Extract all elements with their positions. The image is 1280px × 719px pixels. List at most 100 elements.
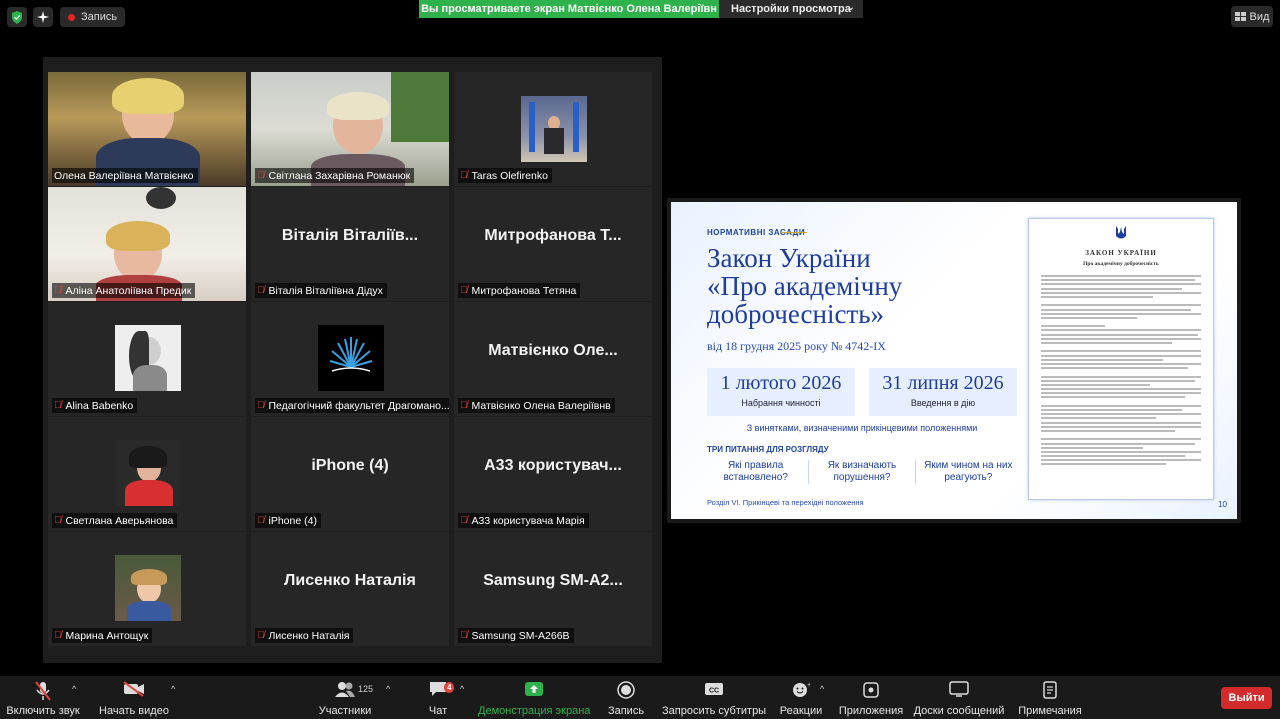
document-text-line: [1041, 312, 1201, 315]
document-text-line: [1041, 337, 1201, 340]
view-label: Вид: [1249, 10, 1270, 23]
chat-button[interactable]: 4 Чат: [420, 681, 456, 717]
document-text-line: [1041, 362, 1201, 365]
slide-footer: Розділ VI. Прикінцеві та перехідні полож…: [707, 498, 864, 507]
document-text-line: [1041, 325, 1105, 328]
document-text-line: [1041, 329, 1201, 332]
participant-tile[interactable]: 🎙̸ Аліна Анатоліївна Предик: [48, 187, 246, 301]
apps-button[interactable]: Приложения: [838, 681, 904, 717]
participant-display-name: iPhone (4): [311, 457, 389, 474]
document-text-line: [1041, 358, 1163, 361]
svg-text:+: +: [807, 682, 810, 689]
video-options-caret[interactable]: ^: [171, 684, 175, 694]
document-text-line: [1041, 379, 1195, 382]
start-video-button[interactable]: Начать видео: [96, 681, 172, 717]
apps-icon: [838, 681, 904, 701]
slide-category: НОРМАТИВНІ ЗАСАДИ: [707, 228, 808, 237]
enactment-date-box: 31 липня 2026 Введення в дію: [869, 368, 1017, 416]
participant-tile[interactable]: 🎙̸ Светлана Аверьянова: [48, 417, 246, 531]
ai-sparkle-icon[interactable]: [33, 7, 53, 27]
participant-display-name: Митрофанова Т...: [484, 227, 622, 244]
video-feed: [521, 96, 587, 162]
document-text-line: [1041, 446, 1144, 449]
view-button[interactable]: Вид: [1231, 6, 1273, 27]
participant-tile[interactable]: Віталія Віталіїв... 🎙̸ Віталія Віталіївна…: [251, 187, 449, 301]
document-text-line: [1041, 287, 1182, 290]
document-text-line: [1041, 409, 1182, 411]
document-text-line: [1041, 442, 1195, 445]
document-text-line: [1041, 304, 1201, 307]
participant-tile[interactable]: 🎙̸ Марина Антощук: [48, 532, 246, 646]
participant-name: 🎙̸ Матвієнко Олена Валеріївнв: [458, 398, 615, 413]
reactions-button[interactable]: + Реакции: [778, 681, 824, 717]
recording-label: Запись: [81, 11, 118, 23]
participant-tile[interactable]: 🎙̸ Світлана Захарівна Романюк: [251, 72, 449, 186]
audio-options-caret[interactable]: ^: [72, 684, 76, 694]
participant-name: 🎙̸ Taras Olefirenko: [458, 168, 552, 183]
document-text-line: [1041, 459, 1201, 462]
mic-off-icon: 🎙̸: [257, 170, 265, 181]
participant-name: 🎙̸ Митрофанова Тетяна: [458, 283, 581, 298]
participant-display-name: A33 користувач...: [484, 457, 622, 474]
participant-tile[interactable]: iPhone (4) 🎙̸ iPhone (4): [251, 417, 449, 531]
shared-screen[interactable]: НОРМАТИВНІ ЗАСАДИ Закон України «Про ака…: [667, 198, 1241, 523]
whiteboards-button[interactable]: Доски сообщений: [912, 681, 1006, 717]
notes-button[interactable]: Примечания: [1016, 681, 1084, 717]
participants-count: 125: [358, 684, 374, 694]
participant-display-name: Samsung SM-A2...: [483, 572, 623, 589]
participant-name: 🎙̸ Светлана Аверьянова: [52, 513, 178, 528]
mic-off-icon: 🎙̸: [460, 630, 468, 641]
mic-off-icon: 🎙̸: [54, 515, 62, 526]
mic-off-icon: 🎙̸: [54, 400, 62, 411]
mic-off-icon: 🎙̸: [54, 285, 62, 296]
document-text-line: [1041, 275, 1201, 277]
participant-tile[interactable]: 🎙̸ Alina Babenko: [48, 302, 246, 416]
record-dot-icon: [68, 13, 75, 21]
questions-list: Які правила встановлено? Як визначають п…: [703, 460, 1021, 484]
participant-display-name: Лисенко Наталія: [284, 572, 416, 589]
document-text-line: [1041, 375, 1201, 378]
participant-name: 🎙̸ Світлана Захарівна Романюк: [255, 168, 415, 183]
document-text-line: [1041, 425, 1201, 428]
participant-tile[interactable]: 🎙̸ Педагогічний факультет Драгомано...: [251, 302, 449, 416]
document-text-line: [1041, 450, 1201, 453]
record-button[interactable]: Запись: [604, 681, 648, 717]
participant-name: 🎙̸ Samsung SM-A266B: [458, 628, 574, 643]
participant-tile[interactable]: Samsung SM-A2... 🎙̸ Samsung SM-A266B: [454, 532, 652, 646]
document-text-line: [1041, 342, 1173, 344]
participant-name: 🎙̸ Alina Babenko: [52, 398, 138, 413]
shield-icon[interactable]: [7, 7, 27, 27]
question-item: Яким чином на них реагують?: [914, 460, 1021, 484]
document-text-line: [1041, 396, 1185, 399]
document-text-line: [1041, 463, 1166, 466]
video-feed: [318, 325, 384, 391]
chat-options-caret[interactable]: ^: [460, 684, 464, 694]
reactions-options-caret[interactable]: ^: [820, 684, 824, 694]
participant-tile[interactable]: Митрофанова Т... 🎙̸ Митрофанова Тетяна: [454, 187, 652, 301]
participant-tile[interactable]: Олена Валеріївна Матвієнко: [48, 72, 246, 186]
document-text-line: [1041, 455, 1185, 458]
view-settings-button[interactable]: Настройки просмотра ⌄: [719, 0, 863, 18]
mic-off-icon: 🎙̸: [460, 285, 468, 296]
recording-indicator[interactable]: Запись: [60, 7, 126, 27]
mic-muted-icon: [5, 681, 81, 701]
participant-name: 🎙̸ Аліна Анатоліївна Предик: [52, 283, 196, 298]
participant-name: 🎙̸ iPhone (4): [255, 513, 321, 528]
request-captions-button[interactable]: CC Запросить субтитры: [662, 681, 766, 717]
participant-tile[interactable]: 🎙̸ Taras Olefirenko: [454, 72, 652, 186]
participants-options-caret[interactable]: ^: [386, 684, 390, 694]
document-text-line: [1041, 388, 1201, 391]
participant-tile[interactable]: Матвієнко Оле... 🎙̸ Матвієнко Олена Валер…: [454, 302, 652, 416]
leave-button[interactable]: Выйти: [1221, 687, 1272, 709]
view-settings-label: Настройки просмотра: [731, 3, 851, 15]
mic-off-icon: 🎙̸: [460, 515, 468, 526]
question-item: Які правила встановлено?: [723, 460, 788, 483]
participant-tile[interactable]: A33 користувач... 🎙̸ A33 користувача Марі…: [454, 417, 652, 531]
participant-tile[interactable]: Лисенко Наталія 🎙̸ Лисенко Наталія: [251, 532, 449, 646]
participant-name: 🎙̸ Віталія Віталіївна Дідух: [255, 283, 387, 298]
law-document-image: ЗАКОН УКРАЇНИ Про академічну доброчесніс…: [1028, 218, 1214, 500]
share-screen-button[interactable]: Демонстрация экрана: [478, 681, 590, 717]
meeting-toolbar: Включить звук ^ Начать видео ^ Участники…: [0, 676, 1280, 719]
document-text-line: [1041, 383, 1150, 386]
unmute-button[interactable]: Включить звук: [5, 681, 81, 717]
